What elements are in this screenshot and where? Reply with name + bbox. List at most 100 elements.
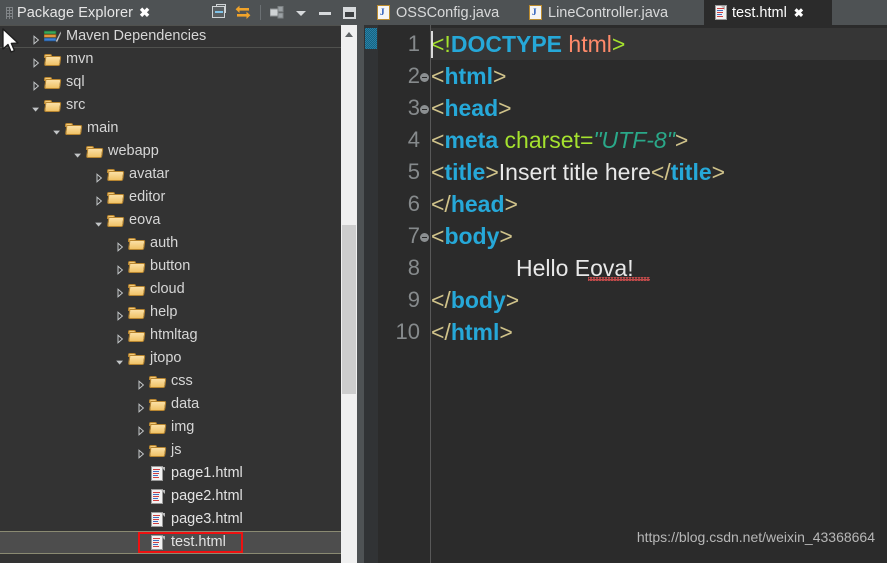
expand-arrow-icon[interactable]: [115, 239, 125, 252]
tree-row[interactable]: button: [0, 255, 341, 278]
code-line[interactable]: <title>Insert title here</title>: [431, 156, 725, 188]
folder-icon: [149, 443, 167, 458]
scroll-up-arrow-icon[interactable]: [341, 25, 357, 42]
code-line[interactable]: <meta charset="UTF-8">: [431, 124, 688, 156]
project-tree[interactable]: Maven Dependencies mvn sql src main webapp ava…: [0, 25, 341, 563]
code-token: Insert title here: [498, 159, 651, 185]
code-token: title: [444, 159, 486, 185]
expand-arrow-icon[interactable]: [115, 262, 125, 275]
expand-arrow-icon[interactable]: [115, 285, 125, 298]
tree-row[interactable]: eova: [0, 209, 341, 232]
code-line[interactable]: <html>: [431, 60, 506, 92]
code-line[interactable]: <head>: [431, 92, 512, 124]
tree-item-label: page1.html: [171, 465, 243, 482]
scrollbar-thumb[interactable]: [342, 225, 356, 394]
collapse-arrow-icon[interactable]: [73, 147, 83, 158]
tree-item-label: avatar: [129, 166, 170, 183]
tree-row[interactable]: avatar: [0, 163, 341, 186]
panel-divider[interactable]: [357, 0, 364, 563]
watermark-url: https://blog.csdn.net/weixin_43368664: [636, 529, 875, 545]
line-number: 7: [407, 223, 420, 248]
package-explorer-tab-label: Package Explorer: [17, 4, 134, 21]
expand-arrow-icon[interactable]: [31, 32, 41, 45]
close-icon[interactable]: ✖: [139, 6, 150, 19]
marker-bar[interactable]: [364, 25, 378, 563]
code-line[interactable]: <!DOCTYPE html>: [431, 28, 887, 60]
expand-arrow-icon[interactable]: [94, 193, 104, 206]
tree-row[interactable]: page1.html: [0, 462, 341, 485]
collapse-arrow-icon[interactable]: [52, 124, 62, 135]
tree-row[interactable]: main: [0, 117, 341, 140]
editor-tab-ossconfig-java[interactable]: J OSSConfig.java: [368, 0, 516, 25]
expand-arrow-icon[interactable]: [136, 423, 146, 436]
tree-row-selected[interactable]: test.html: [0, 531, 341, 554]
tree-item-label: jtopo: [150, 350, 182, 367]
tree-row[interactable]: page2.html: [0, 485, 341, 508]
code-token: <: [431, 159, 445, 185]
tree-item-label: webapp: [108, 143, 159, 160]
tree-row[interactable]: page3.html: [0, 508, 341, 531]
expand-arrow-icon[interactable]: [31, 78, 41, 91]
code-line[interactable]: </body>: [431, 284, 519, 316]
line-number: 5: [407, 159, 420, 184]
tree-row[interactable]: css: [0, 370, 341, 393]
folder-icon: [107, 190, 125, 205]
tree-row[interactable]: webapp: [0, 140, 341, 163]
code-token: html: [444, 63, 493, 89]
tree-row[interactable]: img: [0, 416, 341, 439]
tree-row[interactable]: htmltag: [0, 324, 341, 347]
line-number-gutter: 1 2 3 4 5 6 7 8 9 10: [378, 25, 431, 563]
expand-arrow-icon[interactable]: [136, 446, 146, 459]
occurrence-marker[interactable]: [365, 28, 377, 49]
editor-tab-linecontroller-java[interactable]: J LineController.java: [520, 0, 702, 25]
code-line[interactable]: <body>: [431, 220, 513, 252]
maximize-shape: [343, 7, 356, 19]
expand-arrow-icon[interactable]: [115, 331, 125, 344]
tree-row[interactable]: js: [0, 439, 341, 462]
view-menu-chevron-down-icon[interactable]: [291, 2, 312, 23]
tree-vertical-scrollbar[interactable]: [341, 25, 357, 563]
minimize-icon[interactable]: [315, 2, 336, 23]
line-number: 1: [407, 31, 420, 56]
tree-row[interactable]: src: [0, 94, 341, 117]
collapse-arrow-icon[interactable]: [94, 216, 104, 227]
tree-row[interactable]: help: [0, 301, 341, 324]
editor-tab-test-html[interactable]: test.html ✖: [704, 0, 832, 25]
expand-arrow-icon[interactable]: [136, 377, 146, 390]
fold-collapse-icon[interactable]: [420, 92, 430, 124]
code-text-area[interactable]: <!DOCTYPE html> <html> <head> <meta charset…: [431, 25, 887, 563]
code-token: >: [498, 95, 512, 121]
close-icon[interactable]: ✖: [794, 6, 804, 20]
folder-icon: [149, 397, 167, 412]
collapse-arrow-icon[interactable]: [115, 354, 125, 365]
tree-row[interactable]: editor: [0, 186, 341, 209]
code-line[interactable]: </html>: [431, 316, 513, 348]
expand-arrow-icon[interactable]: [115, 308, 125, 321]
fold-collapse-icon[interactable]: [420, 60, 430, 92]
package-explorer-toolbar: [209, 0, 360, 25]
tree-row[interactable]: Maven Dependencies: [0, 25, 341, 48]
expand-arrow-icon[interactable]: [94, 170, 104, 183]
tab-package-explorer[interactable]: Package Explorer ✖: [0, 0, 180, 25]
code-line[interactable]: </head>: [431, 188, 518, 220]
code-line[interactable]: Hello Eova!: [431, 252, 650, 284]
code-token: "UTF-8": [593, 127, 675, 153]
expand-arrow-icon[interactable]: [31, 55, 41, 68]
tree-row[interactable]: sql: [0, 71, 341, 94]
tree-row[interactable]: data: [0, 393, 341, 416]
tree-row[interactable]: auth: [0, 232, 341, 255]
fold-collapse-icon[interactable]: [420, 220, 430, 252]
code-token: title: [670, 159, 712, 185]
tree-item-label: page2.html: [171, 488, 243, 505]
minimize-shape: [319, 12, 331, 15]
tree-row[interactable]: cloud: [0, 278, 341, 301]
focus-on-active-task-icon[interactable]: [267, 2, 288, 23]
collapse-arrow-icon[interactable]: [31, 101, 41, 112]
expand-arrow-icon[interactable]: [136, 400, 146, 413]
collapse-all-icon[interactable]: [209, 2, 230, 23]
tree-row[interactable]: jtopo: [0, 347, 341, 370]
link-with-editor-icon[interactable]: [233, 2, 254, 23]
tree-row[interactable]: mvn: [0, 48, 341, 71]
